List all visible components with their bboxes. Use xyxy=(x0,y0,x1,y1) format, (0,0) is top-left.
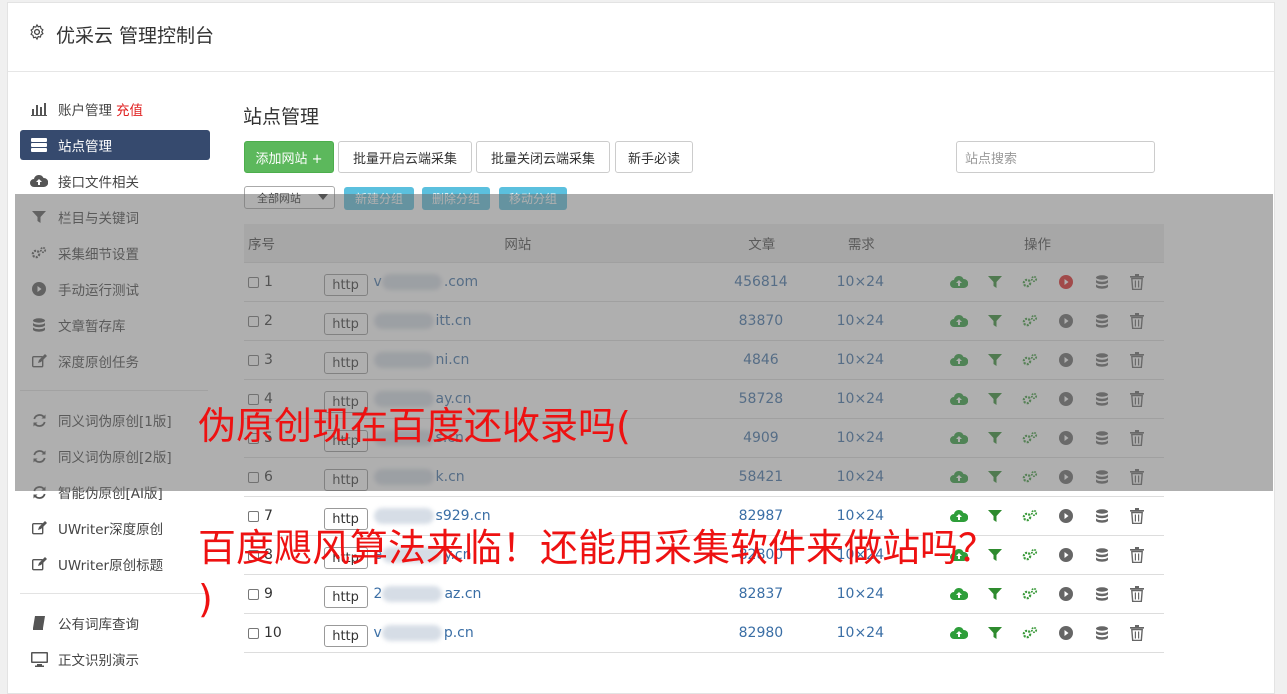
play-icon[interactable] xyxy=(1057,585,1075,603)
cloud-upload-icon[interactable] xyxy=(950,624,969,642)
sidebar-item-a-1[interactable]: 站点管理 xyxy=(20,130,210,160)
database-icon[interactable] xyxy=(1093,624,1111,642)
sidebar-item-a-2[interactable]: 接口文件相关 xyxy=(20,166,210,196)
http-badge[interactable]: http xyxy=(323,625,368,647)
row-no: 10 xyxy=(244,625,324,641)
row-site: http 2 az.cn xyxy=(323,580,712,608)
sidebar-item-b-3[interactable]: UWriter深度原创 xyxy=(20,513,210,543)
overlay-headline-3: ) xyxy=(198,577,213,621)
database-icon[interactable] xyxy=(1093,546,1111,564)
sidebar-item-label: 接口文件相关 xyxy=(58,175,139,191)
database-icon[interactable] xyxy=(1093,585,1111,603)
table-row: 10 http v p.cn 82980 10×24 xyxy=(244,614,1164,653)
sidebar-item-label: 正文识别演示 xyxy=(58,653,139,669)
filter-icon[interactable] xyxy=(986,585,1004,603)
cogs-icon[interactable] xyxy=(1022,546,1040,564)
site-domain-link[interactable]: 2 az.cn xyxy=(374,586,481,602)
page-title: 站点管理 xyxy=(243,106,320,128)
demand-link[interactable]: 10×24 xyxy=(811,625,910,641)
site-search-input[interactable]: 站点搜索 xyxy=(956,141,1155,173)
sidebar-item-b-4[interactable]: UWriter原创标题 xyxy=(20,549,210,579)
sidebar-divider xyxy=(20,593,208,594)
sidebar-item-a-0[interactable]: 账户管理 充值 xyxy=(20,94,210,124)
row-checkbox[interactable] xyxy=(248,627,259,639)
sidebar-item-c-0[interactable]: 公有词库查询 xyxy=(20,608,210,638)
trash-icon[interactable] xyxy=(1128,624,1146,642)
play-icon[interactable] xyxy=(1057,507,1075,525)
edit-icon xyxy=(30,520,48,536)
batch-open-cloud-button[interactable]: 批量开启云端采集 xyxy=(338,141,472,173)
cogs-icon[interactable] xyxy=(1022,507,1040,525)
sidebar-item-label: 账户管理 xyxy=(58,103,112,119)
row-number: 10 xyxy=(264,625,282,641)
monitor-icon xyxy=(30,651,48,667)
cloud-upload-icon xyxy=(30,173,48,189)
site-domain-link[interactable]: v p.cn xyxy=(374,625,474,641)
top-bar: 优采云 管理控制台 xyxy=(8,3,1274,72)
article-count-link[interactable]: 82980 xyxy=(711,625,810,641)
http-badge[interactable]: http xyxy=(323,586,368,608)
redacted-blur xyxy=(382,586,443,602)
overlay-headline-2: 百度飓风算法来临！还能用采集软件来做站吗？ xyxy=(198,526,997,570)
newbie-guide-button[interactable]: 新手必读 xyxy=(615,141,693,173)
bar-chart-icon xyxy=(30,101,48,117)
article-count-link[interactable]: 82837 xyxy=(711,586,810,602)
row-no: 9 xyxy=(244,586,324,602)
row-number: 9 xyxy=(264,586,273,602)
filter-icon[interactable] xyxy=(986,624,1004,642)
trash-icon[interactable] xyxy=(1128,585,1146,603)
play-icon[interactable] xyxy=(1057,546,1075,564)
redacted-blur xyxy=(381,625,442,641)
cogs-icon[interactable] xyxy=(1022,624,1040,642)
trash-icon[interactable] xyxy=(1128,546,1146,564)
server-icon xyxy=(30,137,48,153)
cloud-upload-icon[interactable] xyxy=(950,585,969,603)
row-ops xyxy=(910,585,1164,603)
sidebar-item-label: UWriter深度原创 xyxy=(58,522,164,538)
sidebar-item-c-1[interactable]: 正文识别演示 xyxy=(20,644,210,674)
demand-link[interactable]: 10×24 xyxy=(811,586,910,602)
trash-icon[interactable] xyxy=(1128,507,1146,525)
app-title: 优采云 管理控制台 xyxy=(56,25,215,47)
book-icon xyxy=(30,615,48,631)
database-icon[interactable] xyxy=(1093,507,1111,525)
row-site: http v p.cn xyxy=(323,619,712,647)
sidebar-item-label: 站点管理 xyxy=(58,139,112,155)
edit-icon xyxy=(30,556,48,572)
sidebar-item-label: 公有词库查询 xyxy=(58,617,139,633)
cogs-icon[interactable] xyxy=(1022,585,1040,603)
play-icon[interactable] xyxy=(1057,624,1075,642)
sidebar-item-label: UWriter原创标题 xyxy=(58,558,164,574)
recharge-link[interactable]: 充值 xyxy=(116,99,143,119)
add-site-button[interactable]: 添加网站 + xyxy=(244,141,334,173)
row-checkbox[interactable] xyxy=(248,588,259,600)
batch-close-cloud-button[interactable]: 批量关闭云端采集 xyxy=(476,141,610,173)
gear-icon xyxy=(28,23,46,41)
table-row: 9 http 2 az.cn 82837 10×24 xyxy=(244,575,1164,614)
overlay-headline-1: 伪原创现在百度还收录吗( xyxy=(198,404,631,448)
row-ops xyxy=(910,624,1164,642)
